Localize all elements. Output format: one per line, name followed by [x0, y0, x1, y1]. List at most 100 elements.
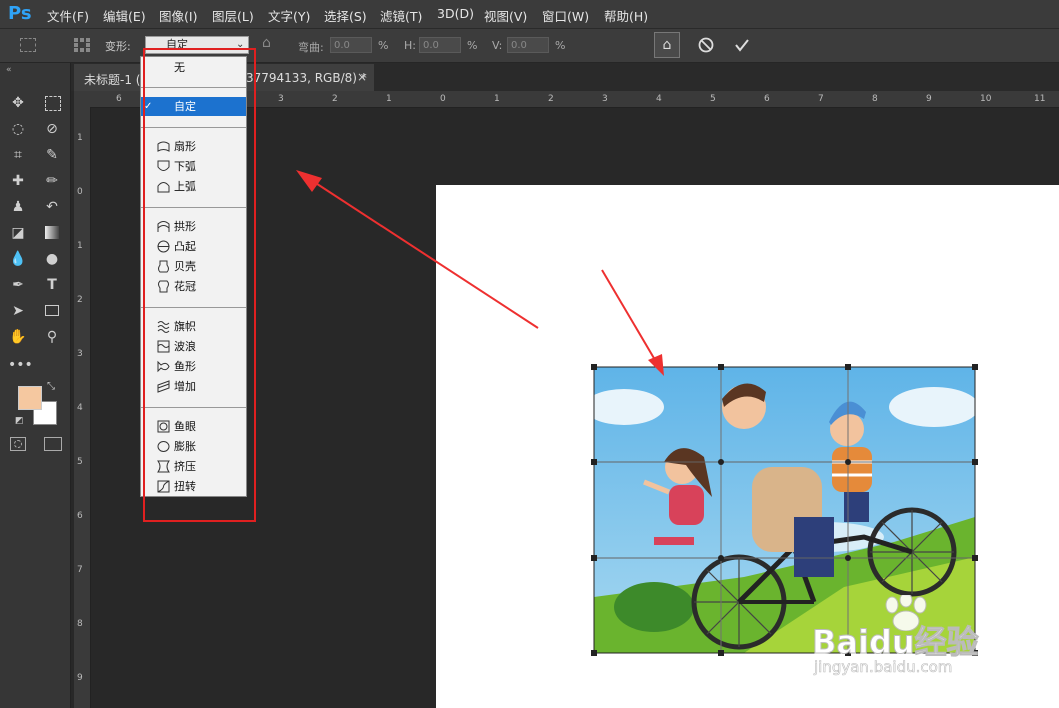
- brush-tool-icon[interactable]: ✏: [42, 171, 62, 191]
- ruler-tick-label: 10: [980, 94, 992, 104]
- menu-layer[interactable]: 图层(L): [212, 6, 254, 25]
- rectangle-tool-icon[interactable]: [42, 301, 62, 321]
- ruler-tick-label: 2: [77, 295, 83, 305]
- warp-handle: [972, 459, 978, 465]
- transform-icon[interactable]: [20, 38, 36, 52]
- tab-close-icon[interactable]: ×: [357, 70, 367, 84]
- ruler-corner: [74, 91, 90, 107]
- ruler-tick-label: 9: [77, 673, 83, 683]
- warp-handle: [591, 555, 597, 561]
- lasso-tool-icon[interactable]: ◌: [8, 119, 28, 139]
- default-colors-icon[interactable]: ◩: [15, 416, 24, 426]
- menu-view[interactable]: 视图(V): [484, 6, 527, 25]
- warp-handle: [591, 650, 597, 656]
- ruler-tick-label: 8: [77, 619, 83, 629]
- move-tool-icon[interactable]: ✥: [8, 93, 28, 113]
- ruler-tick-label: 6: [77, 511, 83, 521]
- crop-tool-icon[interactable]: ⌗: [8, 145, 28, 165]
- ruler-tick-label: 9: [926, 94, 932, 104]
- photoshop-logo: Ps: [8, 3, 32, 24]
- menu-image[interactable]: 图像(I): [159, 6, 197, 25]
- menu-type[interactable]: 文字(Y): [268, 6, 310, 25]
- quick-select-tool-icon[interactable]: ⊘: [42, 119, 62, 139]
- warp-orientation-icon[interactable]: ⌂: [262, 35, 271, 51]
- collapse-panel-icon[interactable]: «: [6, 65, 12, 75]
- ruler-tick-label: 3: [602, 94, 608, 104]
- warp-handle: [718, 650, 724, 656]
- ruler-tick-label: 1: [77, 133, 83, 143]
- bend-field[interactable]: 0.0: [330, 37, 372, 53]
- gradient-tool-icon[interactable]: [42, 223, 62, 243]
- watermark-brand: Baidu经验: [812, 623, 980, 662]
- ruler-tick-label: 1: [494, 94, 500, 104]
- ruler-tick-label: 7: [77, 565, 83, 575]
- menu-edit[interactable]: 编辑(E): [103, 6, 146, 25]
- menu-filter[interactable]: 滤镜(T): [380, 6, 422, 25]
- more-tools-icon[interactable]: •••: [8, 355, 33, 375]
- v-field[interactable]: 0.0: [507, 37, 549, 53]
- eyedropper-tool-icon[interactable]: ✎: [42, 145, 62, 165]
- ruler-tick-label: 4: [77, 403, 83, 413]
- history-brush-tool-icon[interactable]: ↶: [42, 197, 62, 217]
- warp-mode-icon[interactable]: ⌂: [654, 32, 680, 58]
- menu-select[interactable]: 选择(S): [324, 6, 367, 25]
- bend-label: 弯曲:: [298, 41, 324, 54]
- h-label: H:: [404, 39, 416, 52]
- v-label: V:: [492, 39, 503, 52]
- marquee-tool-icon[interactable]: [42, 93, 62, 113]
- ruler-tick-label: 6: [764, 94, 770, 104]
- eraser-tool-icon[interactable]: ◪: [8, 223, 28, 243]
- menu-help[interactable]: 帮助(H): [604, 6, 648, 25]
- document-tab-title-prefix: 未标题-1 (: [84, 73, 141, 87]
- hand-tool-icon[interactable]: ✋: [8, 327, 28, 347]
- ruler-tick-label: 11: [1034, 94, 1046, 104]
- path-select-tool-icon[interactable]: ➤: [8, 301, 28, 321]
- zoom-tool-icon[interactable]: ⚲: [42, 327, 62, 347]
- annotation-arrows: [296, 170, 664, 376]
- ruler-tick-label: 5: [710, 94, 716, 104]
- dodge-tool-icon[interactable]: ●: [42, 249, 62, 269]
- ruler-tick-label: 8: [872, 94, 878, 104]
- ruler-tick-label: 5: [77, 457, 83, 467]
- ruler-tick-label: 1: [386, 94, 392, 104]
- ruler-tick-label: 2: [332, 94, 338, 104]
- pen-tool-icon[interactable]: ✒: [8, 275, 28, 295]
- menu-file[interactable]: 文件(F): [47, 6, 89, 25]
- clone-stamp-tool-icon[interactable]: ♟: [8, 197, 28, 217]
- type-tool-icon[interactable]: T: [42, 275, 62, 295]
- warp-handle: [591, 459, 597, 465]
- warp-handle: [718, 364, 724, 370]
- warp-label: 变形:: [105, 40, 131, 53]
- v-percent: %: [555, 39, 566, 52]
- h-field[interactable]: 0.0: [419, 37, 461, 53]
- grid-icon[interactable]: [74, 38, 90, 52]
- ruler-tick-label: 2: [548, 94, 554, 104]
- baidu-jingyan-watermark: Baidu经验 jingyan.baidu.com: [812, 595, 1022, 685]
- warp-handle: [972, 555, 978, 561]
- menu-window[interactable]: 窗口(W): [542, 6, 589, 25]
- ruler-tick-label: 1: [77, 241, 83, 251]
- warp-handle: [845, 364, 851, 370]
- commit-icon[interactable]: [734, 37, 750, 53]
- foreground-color-swatch[interactable]: [18, 386, 42, 410]
- ruler-tick-label: 4: [656, 94, 662, 104]
- blur-tool-icon[interactable]: 💧: [8, 249, 28, 269]
- watermark-url: jingyan.baidu.com: [814, 658, 953, 677]
- cancel-icon[interactable]: [698, 37, 714, 53]
- ruler-tick-label: 6: [116, 94, 122, 104]
- healing-brush-tool-icon[interactable]: ✚: [8, 171, 28, 191]
- warp-handle: [972, 364, 978, 370]
- ruler-tick-label: 0: [77, 187, 83, 197]
- ruler-tick-label: 0: [440, 94, 446, 104]
- bend-percent: %: [378, 39, 389, 52]
- document-tab-title-suffix: 37794133, RGB/8) *: [246, 71, 367, 85]
- menu-bar: Ps 文件(F) 编辑(E) 图像(I) 图层(L) 文字(Y) 选择(S) 滤…: [0, 0, 1059, 29]
- ruler-tick-label: 7: [818, 94, 824, 104]
- ruler-tick-label: 3: [278, 94, 284, 104]
- swap-colors-icon[interactable]: ⤡: [47, 381, 55, 392]
- ruler-tick-label: 3: [77, 349, 83, 359]
- menu-3d[interactable]: 3D(D): [437, 6, 474, 21]
- quick-mask-icon[interactable]: [10, 437, 26, 451]
- h-percent: %: [467, 39, 478, 52]
- screen-mode-icon[interactable]: [44, 437, 62, 451]
